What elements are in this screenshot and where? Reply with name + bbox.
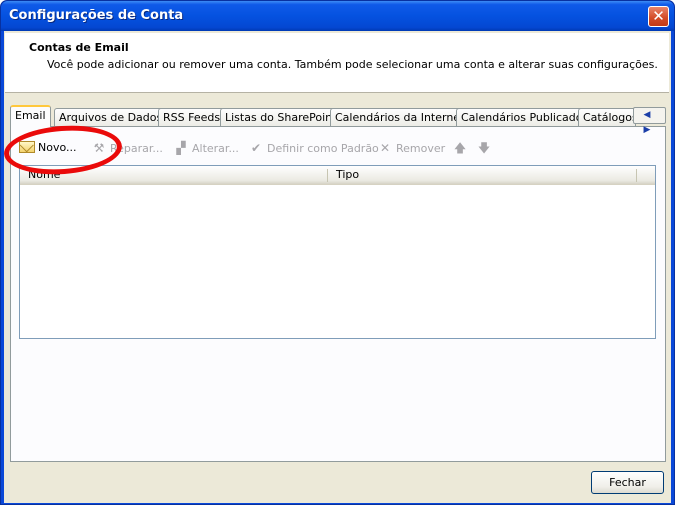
x-icon: ✕: [379, 141, 391, 155]
new-account-button[interactable]: Novo...: [19, 139, 77, 157]
envelope-icon: [19, 141, 35, 153]
tab-published-calendars[interactable]: Calendários Publicados: [456, 108, 594, 127]
move-down-button[interactable]: 🡇: [476, 139, 495, 157]
tools-icon: ⚒: [93, 141, 105, 155]
arrow-down-icon: 🡇: [477, 141, 491, 155]
column-divider[interactable]: [636, 169, 637, 182]
dialog-client-area: Contas de Email Você pode adicionar ou r…: [4, 31, 671, 503]
account-toolbar: Novo... ⚒ Reparar... ▞ Alterar... ✔ Definir…: [16, 137, 656, 159]
move-up-button[interactable]: 🡅: [452, 139, 471, 157]
remove-label: Remover: [396, 142, 446, 155]
title-bar[interactable]: Configurações de Conta ✕: [1, 1, 674, 31]
tab-strip: Email Arquivos de Dados RSS Feeds Listas…: [10, 105, 670, 135]
account-settings-window: Configurações de Conta ✕ Contas de Email…: [0, 0, 675, 505]
set-default-button[interactable]: ✔ Definir como Padrão: [248, 139, 379, 157]
repair-button[interactable]: ⚒ Reparar...: [91, 139, 163, 157]
account-list[interactable]: Nome Tipo: [19, 165, 656, 339]
change-button[interactable]: ▞ Alterar...: [173, 139, 239, 157]
edit-icon: ▞: [176, 141, 186, 155]
change-label: Alterar...: [192, 142, 239, 155]
window-title: Configurações de Conta: [9, 8, 184, 23]
dialog-header: Contas de Email Você pode adicionar ou r…: [5, 33, 669, 93]
tab-rss-feeds[interactable]: RSS Feeds: [158, 108, 226, 127]
tab-sharepoint-lists[interactable]: Listas do SharePoint: [220, 108, 342, 127]
remove-button[interactable]: ✕ Remover: [377, 139, 445, 157]
tab-catalogs[interactable]: Catálogos: [578, 108, 636, 127]
window-close-icon[interactable]: ✕: [648, 6, 669, 27]
new-account-label: Novo...: [38, 141, 77, 154]
email-tab-panel: Novo... ⚒ Reparar... ▞ Alterar... ✔ Definir…: [10, 126, 666, 462]
column-name[interactable]: Nome: [20, 166, 327, 185]
tab-scroll-arrows-icon[interactable]: ◀ ▶: [633, 107, 666, 135]
repair-label: Reparar...: [110, 142, 163, 155]
list-header: Nome Tipo: [20, 166, 655, 185]
tab-email[interactable]: Email: [10, 105, 51, 127]
close-button[interactable]: Fechar: [591, 471, 664, 494]
checkmark-icon: ✔: [250, 141, 262, 155]
tab-data-files[interactable]: Arquivos de Dados: [54, 108, 168, 127]
set-default-label: Definir como Padrão: [267, 142, 379, 155]
column-type[interactable]: Tipo: [328, 166, 636, 185]
header-title: Contas de Email: [29, 41, 129, 54]
header-subtitle: Você pode adicionar ou remover uma conta…: [47, 58, 658, 71]
tab-internet-calendars[interactable]: Calendários da Internet: [330, 108, 470, 127]
arrow-up-icon: 🡅: [453, 141, 467, 155]
